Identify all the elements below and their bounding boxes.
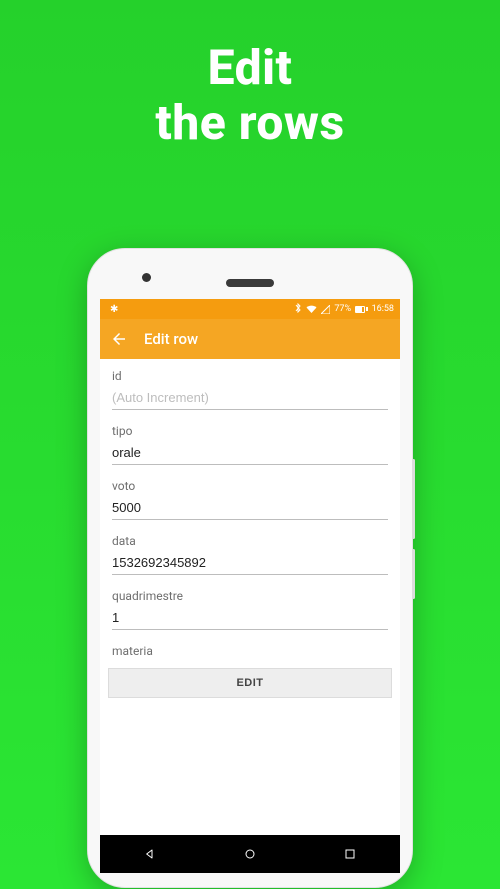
field-label: tipo bbox=[112, 424, 388, 438]
field-label: materia bbox=[112, 644, 388, 658]
phone-side-button bbox=[412, 459, 415, 539]
status-app-icon: ✱ bbox=[110, 304, 118, 315]
phone-screen: ✱ 77% 16:58 Edit row id bbox=[100, 299, 400, 873]
status-bar: ✱ 77% 16:58 bbox=[100, 299, 400, 319]
field-label: data bbox=[112, 534, 388, 548]
battery-icon bbox=[355, 306, 368, 313]
nav-recent-icon[interactable] bbox=[342, 846, 358, 862]
edit-button[interactable]: EDIT bbox=[108, 668, 392, 698]
phone-camera-dot bbox=[142, 273, 151, 282]
form-area: id tipo voto data quadrimestre materia bbox=[100, 359, 400, 827]
nav-back-icon[interactable] bbox=[142, 846, 158, 862]
field-voto: voto bbox=[100, 469, 400, 524]
phone-side-button bbox=[412, 549, 415, 599]
bluetooth-icon bbox=[294, 303, 302, 316]
nav-home-icon[interactable] bbox=[242, 846, 258, 862]
field-tipo: tipo bbox=[100, 414, 400, 469]
field-label: id bbox=[112, 369, 388, 383]
wifi-icon bbox=[306, 305, 317, 314]
phone-speaker bbox=[226, 279, 274, 287]
field-materia: materia bbox=[100, 634, 400, 658]
field-data: data bbox=[100, 524, 400, 579]
voto-input[interactable] bbox=[112, 497, 388, 520]
promo-line-1: Edit bbox=[0, 40, 500, 95]
android-nav-bar bbox=[100, 835, 400, 873]
field-label: voto bbox=[112, 479, 388, 493]
promo-heading: Edit the rows bbox=[0, 0, 500, 150]
field-label: quadrimestre bbox=[112, 589, 388, 603]
data-input[interactable] bbox=[112, 552, 388, 575]
field-id: id bbox=[100, 359, 400, 414]
field-quadrimestre: quadrimestre bbox=[100, 579, 400, 634]
clock: 16:58 bbox=[372, 304, 394, 314]
promo-line-2: the rows bbox=[0, 95, 500, 150]
signal-icon bbox=[321, 305, 330, 314]
phone-frame: ✱ 77% 16:58 Edit row id bbox=[87, 248, 413, 888]
tipo-input[interactable] bbox=[112, 442, 388, 465]
battery-percent: 77% bbox=[334, 304, 351, 314]
id-input[interactable] bbox=[112, 387, 388, 410]
app-bar: Edit row bbox=[100, 319, 400, 359]
back-arrow-icon[interactable] bbox=[110, 330, 128, 348]
quadrimestre-input[interactable] bbox=[112, 607, 388, 630]
app-bar-title: Edit row bbox=[144, 330, 198, 348]
